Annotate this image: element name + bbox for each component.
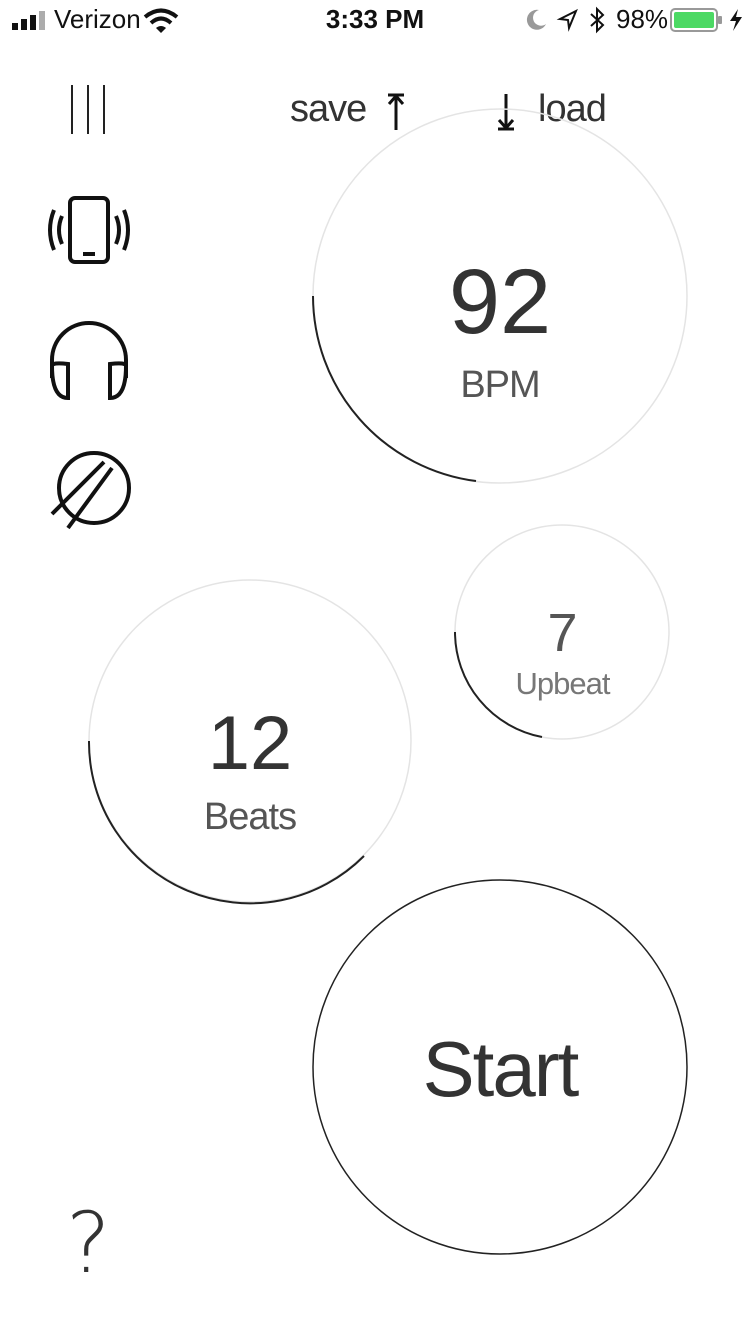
beats-label: Beats (203, 796, 297, 838)
upbeat-value: 7 (547, 603, 578, 663)
bpm-value: 92 (448, 251, 552, 353)
start-label: Start (422, 1025, 580, 1113)
beats-value: 12 (207, 701, 293, 786)
bpm-label: BPM (460, 364, 540, 406)
upbeat-label: Upbeat (515, 666, 611, 701)
help-button[interactable]: ? (66, 1194, 111, 1292)
